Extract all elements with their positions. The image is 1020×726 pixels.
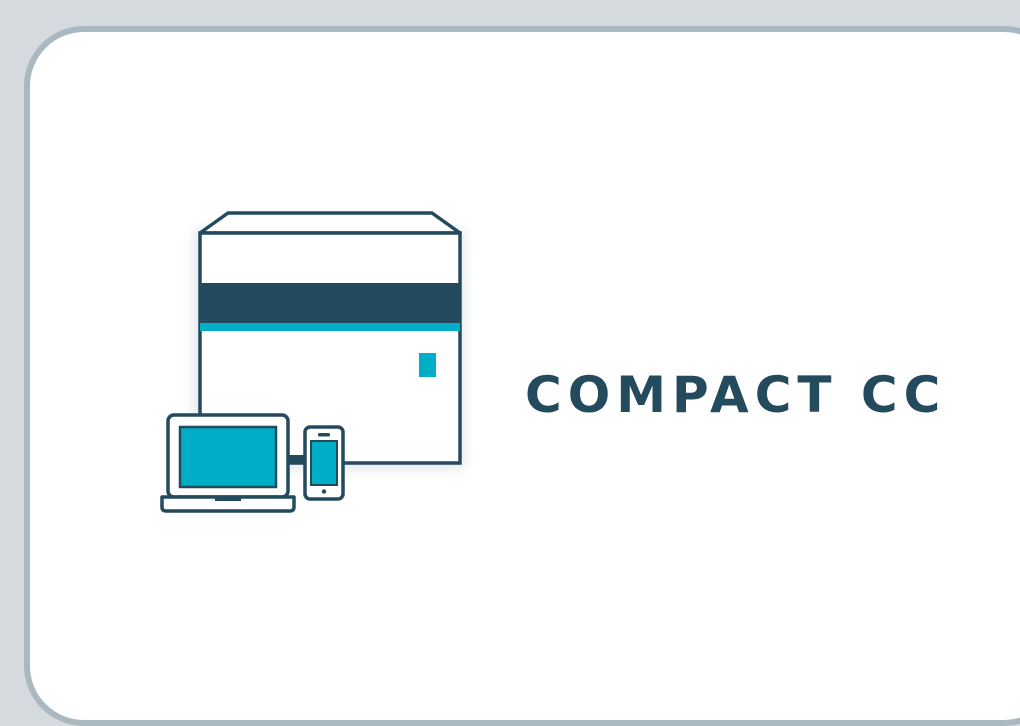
smartphone-icon — [303, 425, 345, 501]
device-illustration-icon — [160, 211, 464, 513]
connector-cable — [288, 455, 304, 463]
product-title: COMPACT CC — [525, 366, 947, 424]
laptop-icon — [160, 413, 296, 513]
